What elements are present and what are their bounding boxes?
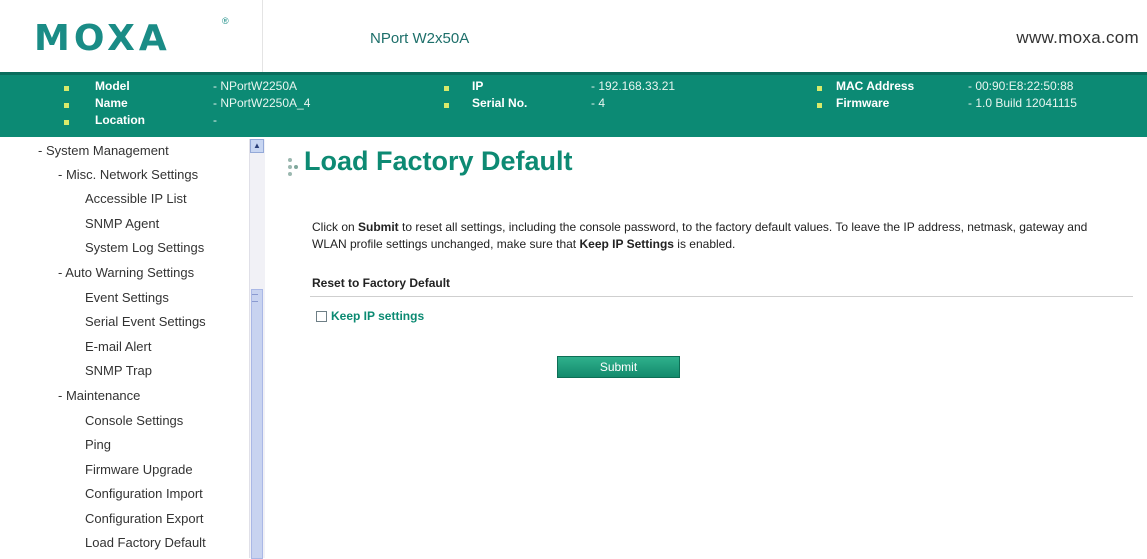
sidebar-item-load-factory-default[interactable]: Load Factory Default	[85, 535, 206, 550]
sidebar-item-serial-event-settings[interactable]: Serial Event Settings	[85, 314, 206, 329]
keep-ip-label[interactable]: Keep IP settings	[331, 309, 424, 323]
ip-label: IP	[472, 79, 484, 93]
sidebar-scrollbar[interactable]: ▲	[249, 139, 265, 559]
firmware-value: - 1.0 Build 12041115	[968, 96, 1077, 110]
desc-text-1: Click on	[312, 220, 359, 234]
thumb-grip-icon	[252, 294, 258, 302]
sidebar-item-console-settings[interactable]: Console Settings	[85, 413, 183, 428]
submit-button[interactable]: Submit	[557, 356, 680, 378]
section-divider	[310, 296, 1133, 297]
logo-cell: MOXA ®	[0, 0, 263, 72]
section-header: Reset to Factory Default	[312, 276, 451, 290]
site-url[interactable]: www.moxa.com	[1016, 28, 1139, 48]
registered-mark: ®	[222, 16, 229, 26]
name-label: Name	[95, 96, 128, 110]
sidebar-item-event-settings[interactable]: Event Settings	[85, 290, 169, 305]
bullet-icon	[64, 103, 69, 108]
serial-value: - 4	[591, 96, 606, 110]
model-value: - NPortW2250A	[213, 79, 298, 93]
desc-keep-ip-emphasis: Keep IP Settings	[579, 237, 674, 251]
bullet-icon	[444, 103, 449, 108]
firmware-label: Firmware	[836, 96, 890, 110]
sidebar-item-snmp-trap[interactable]: SNMP Trap	[85, 363, 152, 378]
name-value: - NPortW2250A_4	[213, 96, 311, 110]
sidebar-item-snmp-agent[interactable]: SNMP Agent	[85, 216, 159, 231]
sidebar-item-maintenance[interactable]: - Maintenance	[58, 388, 140, 403]
ip-value: - 192.168.33.21	[591, 79, 676, 93]
location-value: -	[213, 113, 217, 127]
device-info-bar: Model - NPortW2250A Name - NPortW2250A_4…	[0, 72, 1147, 137]
location-label: Location	[95, 113, 145, 127]
scrollbar-thumb[interactable]	[251, 289, 263, 559]
sidebar-nav: - System Management - Misc. Network Sett…	[0, 139, 263, 558]
bullet-icon	[817, 86, 822, 91]
moxa-logo[interactable]: MOXA	[34, 18, 171, 59]
keep-ip-checkbox[interactable]	[316, 311, 327, 322]
desc-text-3: is enabled.	[673, 237, 736, 251]
mac-label: MAC Address	[836, 79, 915, 93]
serial-label: Serial No.	[472, 96, 528, 110]
bullet-icon	[64, 86, 69, 91]
sidebar-item-configuration-import[interactable]: Configuration Import	[85, 486, 203, 501]
top-header: MOXA ® NPort W2x50A www.moxa.com	[0, 0, 1147, 72]
mac-value: - 00:90:E8:22:50:88	[968, 79, 1074, 93]
sidebar-item-system-log-settings[interactable]: System Log Settings	[85, 240, 204, 255]
bullet-icon	[817, 103, 822, 108]
sidebar-item-configuration-export[interactable]: Configuration Export	[85, 511, 204, 526]
page-title: Load Factory Default	[304, 146, 573, 176]
sidebar-item-system-management[interactable]: - System Management	[38, 143, 169, 158]
page-description: Click on Submit to reset all settings, i…	[312, 219, 1122, 253]
model-label: Model	[95, 79, 130, 93]
title-dots-icon	[288, 158, 302, 178]
sidebar-item-misc-network-settings[interactable]: - Misc. Network Settings	[58, 167, 198, 182]
sidebar-item-ping[interactable]: Ping	[85, 437, 111, 452]
sidebar-item-firmware-upgrade[interactable]: Firmware Upgrade	[85, 462, 193, 477]
sidebar-item-auto-warning-settings[interactable]: - Auto Warning Settings	[58, 265, 194, 280]
scroll-up-arrow-icon[interactable]: ▲	[250, 139, 264, 153]
sidebar-item-email-alert[interactable]: E-mail Alert	[85, 339, 151, 354]
sidebar-item-accessible-ip-list[interactable]: Accessible IP List	[85, 191, 187, 206]
desc-submit-emphasis: Submit	[358, 220, 399, 234]
bullet-icon	[64, 120, 69, 125]
bullet-icon	[444, 86, 449, 91]
product-name: NPort W2x50A	[370, 30, 470, 47]
